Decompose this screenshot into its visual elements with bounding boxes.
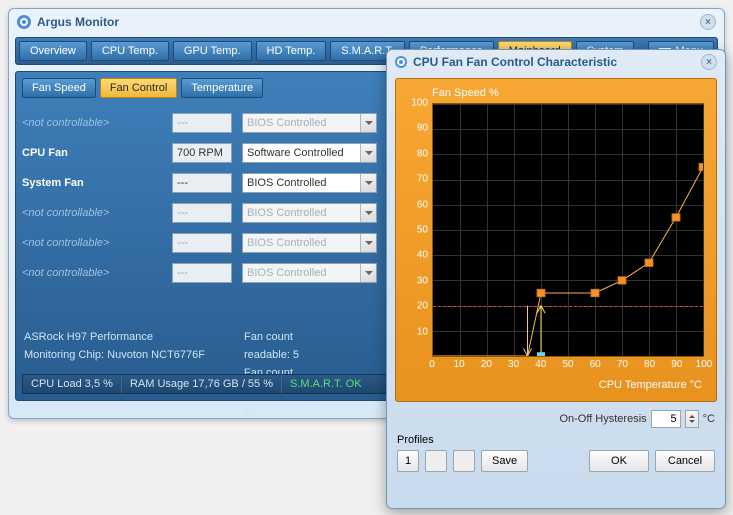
chart-area: 102030405060708090100 010203040506070809…: [404, 103, 708, 393]
app-title: Argus Monitor: [37, 15, 119, 29]
titlebar: Argus Monitor ×: [9, 9, 724, 35]
profile-1-button[interactable]: 1: [397, 450, 419, 472]
fan-label: CPU Fan: [22, 147, 172, 159]
fan-row: System Fan--- BIOS Controlled: [22, 168, 392, 198]
chevron-down-icon: [360, 114, 376, 132]
dialog-close-icon[interactable]: ×: [701, 54, 717, 70]
fan-mode-select: BIOS Controlled: [242, 263, 377, 283]
status-smart: S.M.A.R.T. OK: [290, 378, 362, 390]
x-ticks: 0102030405060708090100: [432, 359, 704, 373]
chevron-down-icon: [360, 144, 376, 162]
fan-grid: <not controllable>---BIOS ControlledCPU …: [22, 108, 392, 288]
tab-gpu-temp-[interactable]: GPU Temp.: [173, 41, 252, 61]
dialog-buttons: 1 Save OK Cancel: [397, 450, 715, 472]
subtab-fan-control[interactable]: Fan Control: [100, 78, 177, 98]
save-button[interactable]: Save: [481, 450, 528, 472]
tab-hd-temp-[interactable]: HD Temp.: [256, 41, 327, 61]
y-ticks: 102030405060708090100: [404, 103, 430, 357]
fan-label: <not controllable>: [22, 237, 172, 249]
ok-button[interactable]: OK: [589, 450, 649, 472]
chevron-down-icon: [360, 234, 376, 252]
fan-row: CPU Fan700 RPM Software Controlled: [22, 138, 392, 168]
fan-row: <not controllable>--- BIOS Controlled: [22, 228, 392, 258]
info-block: ASRock H97 Performance Monitoring Chip: …: [24, 328, 205, 364]
fan-mode-select[interactable]: BIOS Controlled: [242, 173, 377, 193]
fan-rpm: 700 RPM: [172, 143, 232, 163]
hysteresis-label: On-Off Hysteresis: [559, 413, 646, 425]
chart-ylabel: Fan Speed %: [404, 87, 708, 99]
close-icon[interactable]: ×: [700, 14, 716, 30]
status-ram: RAM Usage 17,76 GB / 55 %: [122, 375, 282, 393]
hysteresis-unit: °C: [703, 413, 715, 425]
fan-row: <not controllable>--- BIOS Controlled: [22, 198, 392, 228]
fan-row: <not controllable>--- BIOS Controlled: [22, 258, 392, 288]
fan-rpm: ---: [172, 233, 232, 253]
chevron-down-icon: [360, 174, 376, 192]
fan-mode-select: BIOS Controlled: [242, 113, 377, 133]
fan-readable: Fan count readable: 5: [244, 328, 303, 364]
hysteresis-row: On-Off Hysteresis °C: [387, 410, 715, 428]
profile-2-button[interactable]: [425, 450, 447, 472]
dialog-titlebar: CPU Fan Fan Control Characteristic ×: [387, 50, 725, 74]
dialog-icon: [395, 56, 407, 68]
board-name: ASRock H97 Performance: [24, 328, 205, 346]
chart-xlabel: CPU Temperature °C: [599, 379, 702, 391]
chart-panel: Fan Speed % 102030405060708090100 010203…: [395, 78, 717, 402]
hysteresis-input[interactable]: [651, 410, 681, 428]
chart-plot[interactable]: [432, 103, 704, 357]
subtab-fan-speed[interactable]: Fan Speed: [22, 78, 96, 98]
tab-cpu-temp-[interactable]: CPU Temp.: [91, 41, 169, 61]
fan-row: <not controllable>--- BIOS Controlled: [22, 108, 392, 138]
fan-mode-select: BIOS Controlled: [242, 233, 377, 253]
fan-label: System Fan: [22, 177, 172, 189]
fan-label: <not controllable>: [22, 117, 172, 129]
status-cpu: CPU Load 3,5 %: [23, 375, 122, 393]
chevron-down-icon: [360, 264, 376, 282]
profile-3-button[interactable]: [453, 450, 475, 472]
fan-label: <not controllable>: [22, 267, 172, 279]
profiles-label: Profiles: [397, 434, 715, 446]
fan-mode-select[interactable]: Software Controlled: [242, 143, 377, 163]
fan-rpm: ---: [172, 113, 232, 133]
cancel-button[interactable]: Cancel: [655, 450, 715, 472]
fan-mode-select: BIOS Controlled: [242, 203, 377, 223]
monitor-chip: Monitoring Chip: Nuvoton NCT6776F: [24, 346, 205, 364]
dialog-title: CPU Fan Fan Control Characteristic: [413, 55, 617, 69]
fan-rpm: ---: [172, 203, 232, 223]
fan-curve-dialog: CPU Fan Fan Control Characteristic × Fan…: [386, 49, 726, 509]
chevron-down-icon: [360, 204, 376, 222]
fan-rpm: ---: [172, 263, 232, 283]
subtab-temperature[interactable]: Temperature: [181, 78, 263, 98]
app-icon: [17, 15, 31, 29]
fan-rpm: ---: [172, 173, 232, 193]
fan-label: <not controllable>: [22, 207, 172, 219]
hysteresis-spinner[interactable]: [685, 410, 699, 428]
tab-overview[interactable]: Overview: [19, 41, 87, 61]
